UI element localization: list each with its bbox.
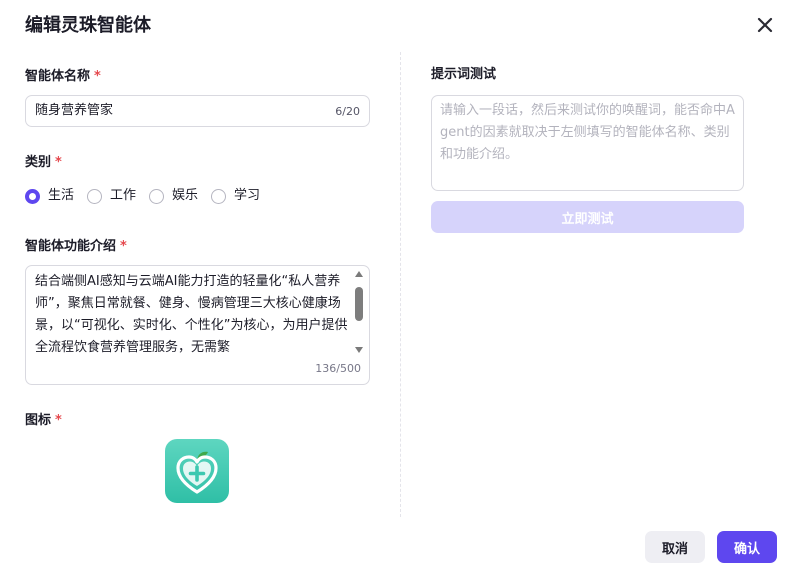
test-now-button[interactable]: 立即测试 xyxy=(431,201,744,233)
heart-plus-icon xyxy=(176,451,218,494)
agent-name-value[interactable]: 随身营养管家 xyxy=(35,102,113,120)
radio-unchecked-icon[interactable] xyxy=(149,188,165,204)
category-option-label: 工作 xyxy=(110,188,137,203)
radio-unchecked-icon[interactable] xyxy=(87,188,103,204)
radio-unchecked-icon[interactable] xyxy=(211,188,227,204)
category-option-label: 娱乐 xyxy=(172,188,199,203)
prompt-test-placeholder[interactable]: 请输入一段话，然后来测试你的唤醒词，能否命中Agent的因素就取决于左侧填写的智… xyxy=(440,100,736,166)
confirm-button[interactable]: 确认 xyxy=(717,531,777,563)
description-label: 智能体功能介绍 * xyxy=(25,238,127,256)
description-scrollbar[interactable] xyxy=(354,271,364,359)
category-label: 类别 * xyxy=(25,154,62,172)
name-label-text: 智能体名称 xyxy=(25,69,91,84)
column-divider xyxy=(400,52,401,517)
prompt-test-label: 提示词测试 xyxy=(431,67,497,82)
required-mark: * xyxy=(120,239,127,254)
edit-agent-dialog: 编辑灵珠智能体 智能体名称 * 随身营养管家 6/20 类别 * 生活 工作 娱乐 … xyxy=(0,0,800,574)
category-label-text: 类别 xyxy=(25,155,52,170)
required-mark: * xyxy=(55,413,62,428)
name-label: 智能体名称 * xyxy=(25,68,101,86)
category-option-work[interactable]: 工作 xyxy=(87,187,136,205)
icon-label: 图标 * xyxy=(25,412,62,430)
description-text[interactable]: 结合端侧AI感知与云端AI能力打造的轻量化“私人营养师”，聚焦日常就餐、健身、慢… xyxy=(35,271,357,359)
agent-name-count: 6/20 xyxy=(335,105,360,118)
category-option-label: 生活 xyxy=(48,188,75,203)
required-mark: * xyxy=(55,155,62,170)
category-radio-group: 生活 工作 娱乐 学习 xyxy=(25,186,273,206)
agent-icon-picker[interactable] xyxy=(165,439,229,503)
cancel-button[interactable]: 取消 xyxy=(645,531,705,563)
radio-checked-icon[interactable] xyxy=(25,188,40,204)
required-mark: * xyxy=(94,69,101,84)
scrollbar-thumb[interactable] xyxy=(355,287,363,321)
dialog-title: 编辑灵珠智能体 xyxy=(25,15,151,36)
description-count: 136/500 xyxy=(315,362,361,375)
category-option-entertainment[interactable]: 娱乐 xyxy=(149,187,198,205)
close-icon[interactable] xyxy=(753,13,777,37)
agent-name-input[interactable]: 随身营养管家 6/20 xyxy=(25,95,370,127)
description-label-text: 智能体功能介绍 xyxy=(25,239,117,254)
icon-label-text: 图标 xyxy=(25,413,52,428)
description-textarea[interactable]: 结合端侧AI感知与云端AI能力打造的轻量化“私人营养师”，聚焦日常就餐、健身、慢… xyxy=(25,265,370,385)
category-option-study[interactable]: 学习 xyxy=(211,187,260,205)
category-option-label: 学习 xyxy=(234,188,261,203)
prompt-test-input[interactable]: 请输入一段话，然后来测试你的唤醒词，能否命中Agent的因素就取决于左侧填写的智… xyxy=(431,95,744,191)
category-option-life[interactable]: 生活 xyxy=(25,187,74,205)
scroll-up-arrow-icon[interactable] xyxy=(355,271,363,277)
scroll-down-arrow-icon[interactable] xyxy=(355,347,363,353)
